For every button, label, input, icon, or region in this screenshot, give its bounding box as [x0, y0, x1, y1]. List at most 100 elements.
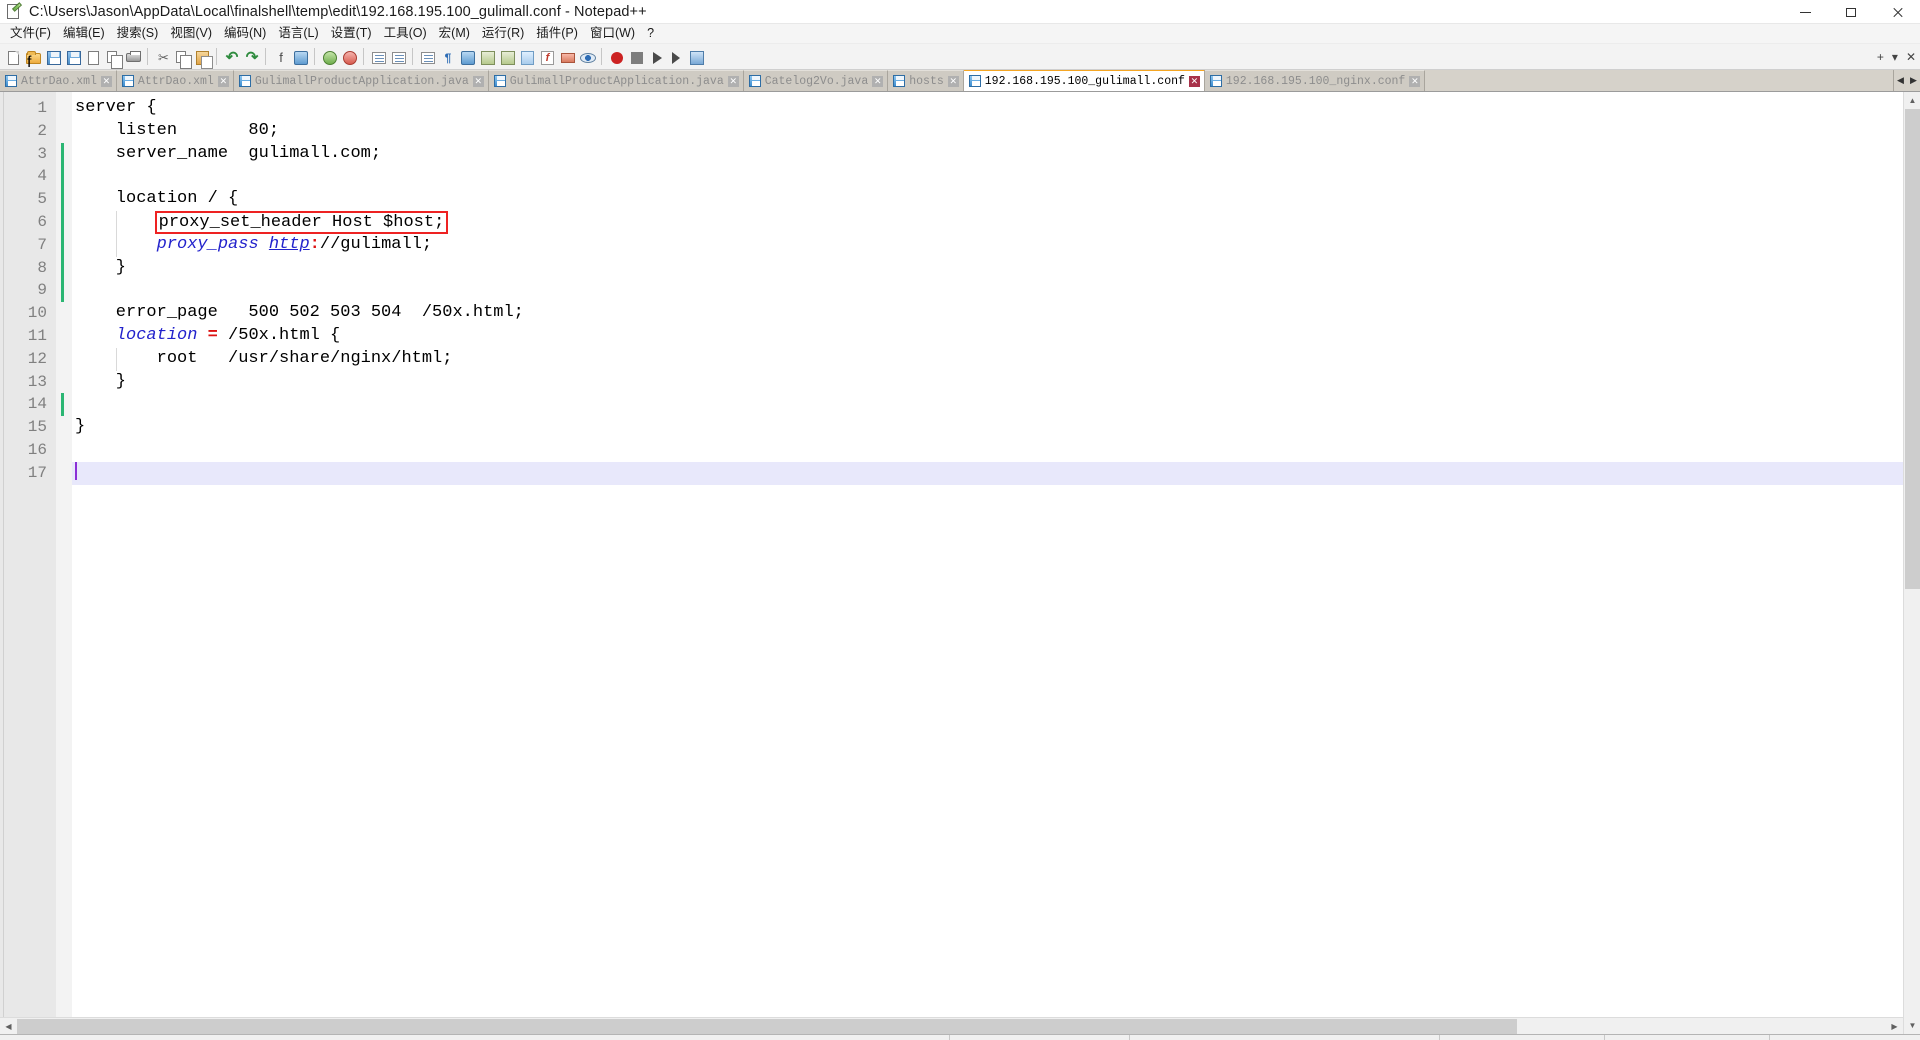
- menu-tools[interactable]: 工具(O): [378, 25, 433, 42]
- word-wrap-icon[interactable]: [418, 48, 436, 66]
- close-document-button[interactable]: ✕: [1906, 50, 1916, 64]
- run-macro-multiple-icon[interactable]: [667, 48, 685, 66]
- cut-icon[interactable]: ✂: [153, 48, 171, 66]
- tab-item[interactable]: 192.168.195.100_nginx.conf✕: [1205, 70, 1425, 91]
- fold-cell[interactable]: [56, 143, 72, 166]
- menu-settings[interactable]: 设置(T): [325, 25, 378, 42]
- fold-cell[interactable]: [56, 234, 72, 257]
- fold-cell[interactable]: [56, 416, 72, 439]
- chevron-down-icon[interactable]: ▾: [1892, 50, 1898, 64]
- close-file-icon[interactable]: [84, 48, 102, 66]
- tab-close-icon[interactable]: ✕: [1189, 76, 1200, 87]
- menu-search[interactable]: 搜索(S): [111, 25, 165, 42]
- undo-icon[interactable]: ↶: [222, 48, 240, 66]
- tab-scroll-right-button[interactable]: ▶: [1907, 71, 1920, 91]
- save-all-icon[interactable]: [64, 48, 82, 66]
- fold-cell[interactable]: [56, 462, 72, 485]
- code-line[interactable]: [72, 165, 1920, 188]
- fold-cell[interactable]: [56, 279, 72, 302]
- fold-cell[interactable]: [56, 257, 72, 280]
- sync-vertical-scroll-icon[interactable]: [369, 48, 387, 66]
- function-list-icon[interactable]: [518, 48, 536, 66]
- zoom-out-icon[interactable]: [340, 48, 358, 66]
- code-text-area[interactable]: server { listen 80; server_name gulimall…: [72, 92, 1920, 1034]
- open-file-icon[interactable]: f: [24, 48, 42, 66]
- code-line[interactable]: [72, 462, 1920, 485]
- tab-scroll-left-button[interactable]: ◀: [1894, 71, 1907, 91]
- code-line[interactable]: [72, 279, 1920, 302]
- record-macro-icon[interactable]: [607, 48, 625, 66]
- tab-close-icon[interactable]: ✕: [1409, 76, 1420, 87]
- redo-icon[interactable]: ↷: [242, 48, 260, 66]
- vertical-scrollbar[interactable]: ▲ ▼: [1903, 92, 1920, 1034]
- code-line[interactable]: proxy_set_header Host $host;: [72, 211, 1920, 234]
- tab-item[interactable]: GulimallProductApplication.java✕: [234, 70, 489, 91]
- copy-icon[interactable]: [173, 48, 191, 66]
- code-line[interactable]: error_page 500 502 503 504 /50x.html;: [72, 302, 1920, 325]
- menu-plugins[interactable]: 插件(P): [530, 25, 584, 42]
- stop-macro-icon[interactable]: [627, 48, 645, 66]
- tab-item[interactable]: Catelog2Vo.java✕: [744, 70, 889, 91]
- menu-edit[interactable]: 编辑(E): [57, 25, 111, 42]
- tab-active-item[interactable]: 192.168.195.100_gulimall.conf✕: [964, 70, 1205, 91]
- scroll-right-button[interactable]: ▶: [1886, 1018, 1903, 1034]
- show-all-chars-icon[interactable]: ¶: [438, 48, 456, 66]
- code-line[interactable]: }: [72, 257, 1920, 280]
- scroll-left-button[interactable]: ◀: [0, 1018, 17, 1034]
- fold-cell[interactable]: [56, 165, 72, 188]
- menu-view[interactable]: 视图(V): [164, 25, 218, 42]
- fold-cell[interactable]: [56, 120, 72, 143]
- menu-window[interactable]: 窗口(W): [584, 25, 641, 42]
- preview-icon[interactable]: [578, 48, 596, 66]
- minimize-button[interactable]: [1782, 0, 1828, 24]
- save-macro-icon[interactable]: [687, 48, 705, 66]
- horizontal-scrollbar[interactable]: ◀ ▶: [0, 1017, 1903, 1034]
- code-line[interactable]: location = /50x.html {: [72, 325, 1920, 348]
- close-all-files-icon[interactable]: [104, 48, 122, 66]
- horizontal-scroll-thumb[interactable]: [17, 1019, 1517, 1034]
- fold-margin[interactable]: [56, 92, 72, 1034]
- fold-cell[interactable]: [56, 439, 72, 462]
- tab-item[interactable]: AttrDao.xml✕: [117, 70, 234, 91]
- tab-item[interactable]: hosts✕: [888, 70, 964, 91]
- fold-cell[interactable]: [56, 393, 72, 416]
- tab-close-icon[interactable]: ✕: [948, 76, 959, 87]
- scroll-down-button[interactable]: ▼: [1904, 1017, 1920, 1034]
- code-line[interactable]: listen 80;: [72, 120, 1920, 143]
- indent-guide-icon[interactable]: [458, 48, 476, 66]
- menu-macro[interactable]: 宏(M): [433, 25, 476, 42]
- code-line[interactable]: [72, 439, 1920, 462]
- tab-item[interactable]: GulimallProductApplication.java✕: [489, 70, 744, 91]
- code-line[interactable]: root /usr/share/nginx/html;: [72, 348, 1920, 371]
- monitoring-icon[interactable]: [558, 48, 576, 66]
- new-file-icon[interactable]: [4, 48, 22, 66]
- paste-icon[interactable]: [193, 48, 211, 66]
- save-icon[interactable]: [44, 48, 62, 66]
- zoom-in-icon[interactable]: [320, 48, 338, 66]
- menu-language[interactable]: 语言(L): [272, 25, 324, 42]
- zoom-in-button[interactable]: +: [1877, 50, 1884, 64]
- code-line[interactable]: server_name gulimall.com;: [72, 143, 1920, 166]
- tab-close-icon[interactable]: ✕: [473, 76, 484, 87]
- fold-cell[interactable]: [56, 371, 72, 394]
- menu-run[interactable]: 运行(R): [476, 25, 530, 42]
- find-icon[interactable]: f: [271, 48, 289, 66]
- tab-close-icon[interactable]: ✕: [218, 76, 229, 87]
- menu-encoding[interactable]: 编码(N): [218, 25, 272, 42]
- fold-cell[interactable]: [56, 188, 72, 211]
- code-line[interactable]: }: [72, 371, 1920, 394]
- maximize-button[interactable]: [1828, 0, 1874, 24]
- tab-close-icon[interactable]: ✕: [872, 76, 883, 87]
- scroll-up-button[interactable]: ▲: [1904, 92, 1920, 109]
- code-line[interactable]: proxy_pass http://gulimall;: [72, 234, 1920, 257]
- play-macro-icon[interactable]: [647, 48, 665, 66]
- folder-as-workspace-icon[interactable]: f: [538, 48, 556, 66]
- fold-cell[interactable]: [56, 325, 72, 348]
- close-button[interactable]: [1874, 0, 1920, 24]
- tab-close-icon[interactable]: ✕: [101, 76, 112, 87]
- code-line[interactable]: }: [72, 416, 1920, 439]
- menu-help[interactable]: ?: [641, 25, 660, 42]
- print-icon[interactable]: [124, 48, 142, 66]
- fold-cell[interactable]: [56, 348, 72, 371]
- user-defined-language-icon[interactable]: [478, 48, 496, 66]
